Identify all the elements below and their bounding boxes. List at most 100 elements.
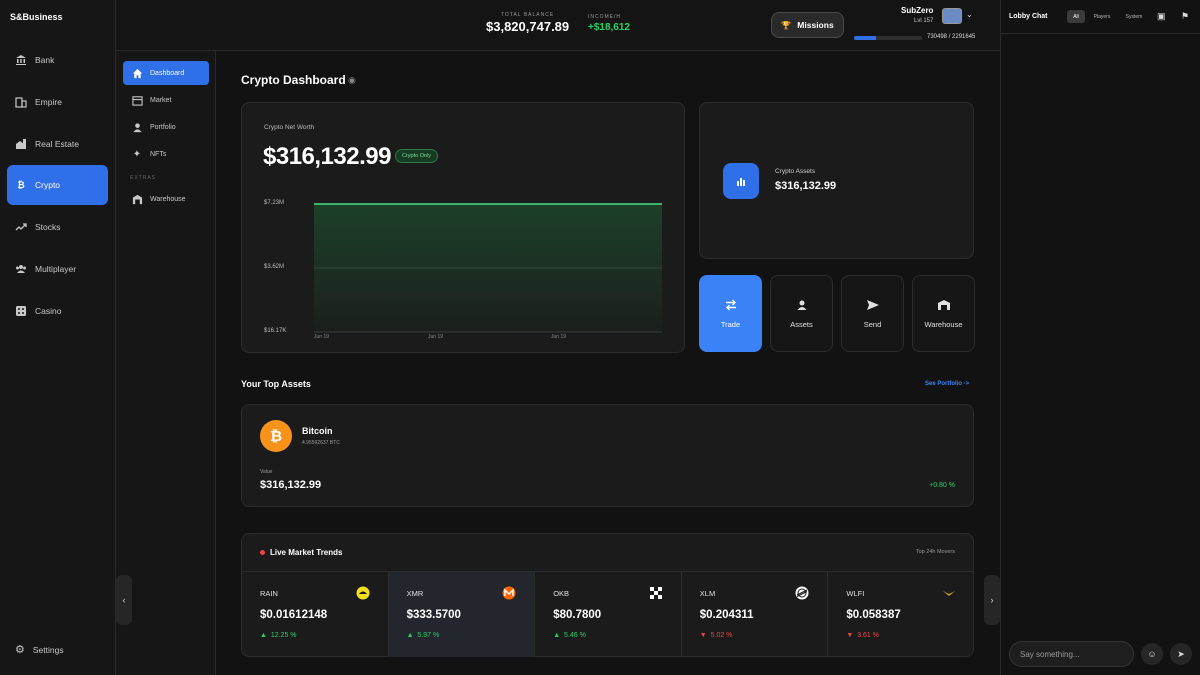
- total-balance-value: $3,820,747.89: [486, 19, 570, 34]
- x-tick-label: Jun 19: [428, 334, 444, 340]
- chat-header: Lobby Chat All Players System ▣ ⚑: [1001, 0, 1200, 34]
- trade-button[interactable]: Trade: [699, 275, 762, 352]
- chat-tab-system[interactable]: System: [1121, 10, 1147, 23]
- main-content: Crypto Dashboard ◉ Crypto Net Worth $316…: [216, 51, 1000, 675]
- real-estate-icon: [15, 138, 27, 150]
- coin-price: $0.01612148: [260, 609, 328, 621]
- main-sidebar: S&Business Bank Empire Real Estate ₿ Cry…: [0, 0, 116, 675]
- coin-list: RAIN $0.01612148 ▲ 12.25 % XMR $333.5700…: [242, 571, 974, 657]
- coin-symbol: XLM: [699, 589, 716, 598]
- chevron-down-icon[interactable]: ⌄: [966, 10, 973, 19]
- scroll-right-button[interactable]: ›: [984, 575, 1000, 625]
- chat-tab-all[interactable]: All: [1067, 10, 1085, 23]
- okb-icon: [649, 586, 663, 600]
- coin-price: $0.058387: [846, 609, 901, 621]
- avatar[interactable]: [942, 8, 962, 24]
- wlfi-icon: [942, 586, 956, 600]
- see-portfolio-link[interactable]: See Portfolio ->: [925, 381, 969, 387]
- coin-card-wlfi[interactable]: WLFI $0.058387 ▼ 3.61 %: [828, 572, 974, 657]
- subnav-item-label: Market: [150, 96, 172, 104]
- discord-icon[interactable]: ▣: [1157, 11, 1166, 22]
- up-arrow-icon: ▲: [553, 632, 561, 639]
- sidebar-item-bank[interactable]: Bank: [7, 40, 108, 80]
- store-icon: [131, 95, 143, 106]
- user-level: Lvl 157: [914, 18, 934, 24]
- trophy-icon: 🏆: [781, 20, 792, 30]
- extras-label: EXTRAS: [130, 175, 157, 181]
- sidebar-item-label: Casino: [35, 306, 62, 316]
- building-icon: [15, 96, 27, 108]
- coin-symbol: RAIN: [260, 589, 278, 598]
- sidebar-item-casino[interactable]: Casino: [7, 291, 108, 331]
- gear-icon: ⚙: [15, 644, 25, 656]
- sidebar-item-label: Bank: [35, 55, 55, 65]
- sidebar-item-real-estate[interactable]: Real Estate: [7, 124, 108, 164]
- crypto-assets-card: Crypto Assets $316,132.99: [699, 102, 974, 259]
- person-icon: [796, 298, 808, 312]
- coin-price: $80.7800: [553, 609, 602, 621]
- sidebar-item-multiplayer[interactable]: Multiplayer: [7, 249, 108, 289]
- sidebar-item-label: Stocks: [35, 222, 61, 232]
- flag-icon[interactable]: ⚑: [1181, 11, 1189, 22]
- coin-change: ▼ 5.02 %: [699, 632, 733, 639]
- xp-text: 730498 / 2291645: [927, 34, 976, 40]
- x-tick-label: Jun 19: [551, 334, 567, 340]
- sidebar-item-label: Real Estate: [35, 139, 79, 149]
- chat-input[interactable]: [1009, 641, 1134, 667]
- users-icon: [15, 263, 27, 275]
- warehouse-icon: [131, 194, 143, 205]
- bitcoin-icon: ₿: [260, 420, 292, 452]
- down-arrow-icon: ▼: [846, 632, 854, 639]
- coin-card-okb[interactable]: OKB $80.7800 ▲ 5.46 %: [535, 572, 682, 657]
- top-assets-title: Your Top Assets: [241, 379, 311, 389]
- send-message-button[interactable]: ➤: [1170, 643, 1192, 665]
- sidebar-item-label: Empire: [35, 97, 62, 107]
- subnav-item-label: Warehouse: [150, 195, 186, 203]
- subnav-item-dashboard[interactable]: Dashboard: [123, 61, 209, 85]
- coin-card-xmr[interactable]: XMR $333.5700 ▲ 5.97 %: [388, 572, 536, 657]
- income-per-hour: INCOME/H +$18,612: [588, 14, 630, 33]
- asset-value: $316,132.99: [260, 479, 322, 491]
- eye-icon[interactable]: ◉: [348, 75, 356, 86]
- coin-card-xlm[interactable]: XLM $0.204311 ▼ 5.02 %: [682, 572, 829, 657]
- rain-coin-icon: [356, 586, 370, 600]
- settings-button[interactable]: ⚙ Settings: [15, 643, 64, 656]
- down-arrow-icon: ▼: [699, 632, 707, 639]
- sidebar-item-empire[interactable]: Empire: [7, 82, 108, 122]
- send-button[interactable]: Send: [841, 275, 904, 352]
- live-dot-icon: [260, 550, 265, 555]
- warehouse-button[interactable]: Warehouse: [912, 275, 975, 352]
- subnav-item-nfts[interactable]: ✦ NFTs: [123, 142, 209, 166]
- coin-symbol: OKB: [553, 589, 570, 598]
- x-tick-label: Jun 19: [314, 334, 330, 340]
- coin-symbol: XMR: [406, 589, 424, 598]
- top-asset-card[interactable]: ₿ Bitcoin 4.95592637 BTC Value $316,132.…: [241, 404, 974, 507]
- bar-chart-icon: [723, 163, 759, 199]
- monero-icon: [502, 586, 516, 600]
- subnav-item-market[interactable]: Market: [123, 88, 209, 112]
- page-title: Crypto Dashboard: [241, 73, 346, 87]
- scroll-left-button[interactable]: ‹: [116, 575, 132, 625]
- chat-title: Lobby Chat: [1009, 13, 1048, 20]
- warehouse-icon: [937, 298, 951, 312]
- market-trends-title: Live Market Trends: [270, 548, 343, 557]
- user-name: SubZero: [901, 6, 934, 15]
- sparkle-icon: ✦: [132, 148, 142, 160]
- missions-button[interactable]: 🏆 Missions: [771, 12, 844, 38]
- sidebar-item-label: Crypto: [35, 180, 61, 190]
- emoji-button[interactable]: ☺: [1141, 643, 1163, 665]
- coin-price: $333.5700: [406, 609, 461, 621]
- bank-icon: [15, 54, 27, 66]
- assets-button[interactable]: Assets: [770, 275, 833, 352]
- sidebar-item-stocks[interactable]: Stocks: [7, 207, 108, 247]
- chat-tab-players[interactable]: Players: [1089, 10, 1115, 23]
- net-worth-chart: [314, 203, 662, 333]
- coin-price: $0.204311: [699, 609, 754, 621]
- subnav-item-label: Dashboard: [150, 69, 185, 77]
- coin-card-rain[interactable]: RAIN $0.01612148 ▲ 12.25 %: [242, 572, 389, 657]
- subnav-item-warehouse[interactable]: Warehouse: [123, 187, 209, 211]
- coin-change: ▲ 5.46 %: [553, 632, 586, 639]
- emoji-icon: ☺: [1147, 649, 1157, 659]
- subnav-item-portfolio[interactable]: Portfolio: [123, 115, 209, 139]
- sidebar-item-crypto[interactable]: ₿ Crypto: [7, 165, 108, 205]
